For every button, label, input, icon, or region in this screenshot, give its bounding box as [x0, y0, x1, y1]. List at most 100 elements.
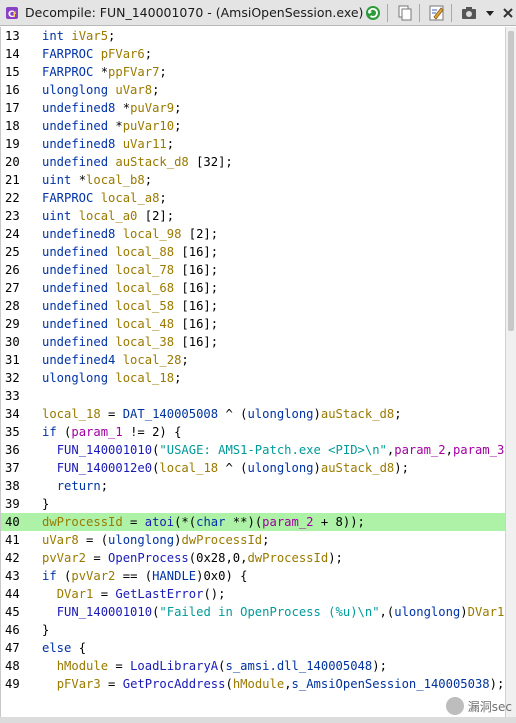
code-token[interactable]: [42, 605, 57, 619]
code-token[interactable]: ^ (: [218, 461, 247, 475]
code-token[interactable]: DVar1: [468, 605, 505, 619]
code-token[interactable]: else: [42, 641, 71, 655]
code-token[interactable]: =: [86, 551, 108, 565]
code-token[interactable]: local_58: [115, 299, 174, 313]
code-line[interactable]: 31 undefined4 local_28;: [1, 351, 506, 369]
code-text[interactable]: return;: [42, 477, 108, 495]
refresh-icon[interactable]: [362, 2, 384, 24]
code-line[interactable]: 45 FUN_140001010("Failed in OpenProcess …: [1, 603, 506, 621]
code-token[interactable]: dwProcessId: [247, 551, 328, 565]
code-token[interactable]: *: [79, 173, 86, 187]
code-token[interactable]: uVar8: [115, 83, 152, 97]
code-text[interactable]: undefined4 local_28;: [42, 351, 189, 369]
code-token[interactable]: dwProcessId: [42, 515, 123, 529]
code-token[interactable]: if: [42, 569, 57, 583]
code-token[interactable]: [16];: [174, 317, 218, 331]
code-token[interactable]: (*(: [174, 515, 196, 529]
code-token[interactable]: s_amsi.dll_140005048: [225, 659, 372, 673]
code-text[interactable]: undefined local_78 [16];: [42, 261, 218, 279]
code-token[interactable]: uint: [42, 209, 79, 223]
code-token[interactable]: uVar8: [42, 533, 79, 547]
code-token[interactable]: "Failed in OpenProcess (%u)\n": [159, 605, 379, 619]
code-token[interactable]: s_AmsiOpenSession_140005038: [292, 677, 490, 691]
code-token[interactable]: LoadLibraryA: [130, 659, 218, 673]
code-token[interactable]: ;: [394, 407, 401, 421]
code-token[interactable]: pFVar6: [101, 47, 145, 61]
code-token[interactable]: local_98: [123, 227, 182, 241]
code-token[interactable]: undefined: [42, 263, 115, 277]
code-line[interactable]: 22 FARPROC local_a8;: [1, 189, 506, 207]
code-token[interactable]: (: [57, 569, 71, 583]
code-token[interactable]: pvVar2: [42, 551, 86, 565]
code-token[interactable]: DVar1: [57, 587, 94, 601]
code-text[interactable]: uint local_a0 [2];: [42, 207, 174, 225]
code-token[interactable]: ppFVar7: [108, 65, 159, 79]
code-text[interactable]: FUN_1400012e0(local_18 ^ (ulonglong)auSt…: [42, 459, 409, 477]
code-token[interactable]: =: [101, 677, 123, 691]
code-token[interactable]: *: [101, 65, 108, 79]
code-token[interactable]: [42, 461, 57, 475]
code-token[interactable]: char: [196, 515, 225, 529]
code-token[interactable]: }: [42, 623, 49, 637]
code-token[interactable]: =: [93, 587, 115, 601]
code-token[interactable]: pvVar2: [71, 569, 115, 583]
code-token[interactable]: iVar5: [71, 29, 108, 43]
code-token[interactable]: undefined: [42, 317, 115, 331]
code-line[interactable]: 28 undefined local_58 [16];: [1, 297, 506, 315]
code-text[interactable]: uint *local_b8;: [42, 171, 152, 189]
code-token[interactable]: dwProcessId: [181, 533, 262, 547]
code-token[interactable]: );: [394, 461, 409, 475]
code-token[interactable]: undefined: [42, 155, 115, 169]
code-line[interactable]: 35 if (param_1 != 2) {: [1, 423, 506, 441]
code-line[interactable]: 43 if (pvVar2 == (HANDLE)0x0) {: [1, 567, 506, 585]
code-token[interactable]: ): [460, 605, 467, 619]
code-text[interactable]: ulonglong uVar8;: [42, 81, 159, 99]
code-token[interactable]: ;: [159, 191, 166, 205]
code-token[interactable]: param_3: [453, 443, 504, 457]
code-token[interactable]: undefined8: [42, 227, 123, 241]
code-token[interactable]: [16];: [174, 263, 218, 277]
code-line[interactable]: 36 FUN_140001010("USAGE: AMS1-Patch.exe …: [1, 441, 506, 459]
code-token[interactable]: ;: [159, 65, 166, 79]
code-line[interactable]: 29 undefined local_48 [16];: [1, 315, 506, 333]
code-token[interactable]: ();: [203, 587, 225, 601]
code-token[interactable]: local_28: [123, 353, 182, 367]
code-token[interactable]: **)(: [225, 515, 262, 529]
code-token[interactable]: }: [42, 497, 49, 511]
code-token[interactable]: ;: [108, 29, 115, 43]
code-token[interactable]: local_a0: [79, 209, 138, 223]
code-token[interactable]: local_88: [115, 245, 174, 259]
code-token[interactable]: [42, 659, 57, 673]
code-text[interactable]: undefined8 uVar11;: [42, 135, 174, 153]
code-token[interactable]: ,: [446, 443, 453, 457]
code-line[interactable]: 44 DVar1 = GetLastError();: [1, 585, 506, 603]
code-text[interactable]: undefined auStack_d8 [32];: [42, 153, 233, 171]
code-token[interactable]: ulonglong: [42, 371, 115, 385]
code-text[interactable]: hModule = LoadLibraryA(s_amsi.dll_140005…: [42, 657, 387, 675]
code-line[interactable]: 47 else {: [1, 639, 506, 657]
code-token[interactable]: ulonglong: [247, 461, 313, 475]
code-line[interactable]: 49 pFVar3 = GetProcAddress(hModule,s_Ams…: [1, 675, 506, 693]
code-line[interactable]: 23 uint local_a0 [2];: [1, 207, 506, 225]
code-token[interactable]: [2];: [137, 209, 174, 223]
code-line[interactable]: 16 ulonglong uVar8;: [1, 81, 506, 99]
code-token[interactable]: local_18: [159, 461, 218, 475]
code-token[interactable]: = (: [79, 533, 108, 547]
code-token[interactable]: (: [57, 425, 71, 439]
code-token[interactable]: local_b8: [86, 173, 145, 187]
dropdown-icon[interactable]: [483, 2, 497, 24]
code-text[interactable]: dwProcessId = atoi(*(char **)(param_2 + …: [42, 513, 365, 531]
decompiler-code-view[interactable]: 13 int iVar5; 14 FARPROC pFVar6; 15 FARPROC *…: [0, 27, 506, 717]
code-token[interactable]: ;: [101, 479, 108, 493]
code-token[interactable]: FARPROC: [42, 191, 101, 205]
code-line[interactable]: 15 FARPROC *ppFVar7;: [1, 63, 506, 81]
code-token[interactable]: [2];: [181, 227, 218, 241]
code-line[interactable]: 37 FUN_1400012e0(local_18 ^ (ulonglong)a…: [1, 459, 506, 477]
code-token[interactable]: puVar9: [130, 101, 174, 115]
close-icon[interactable]: [500, 2, 516, 24]
code-line[interactable]: 40 dwProcessId = atoi(*(char **)(param_2 …: [1, 513, 506, 531]
code-token[interactable]: local_48: [115, 317, 174, 331]
code-line[interactable]: 46}: [1, 621, 506, 639]
code-text[interactable]: undefined local_38 [16];: [42, 333, 218, 351]
code-token[interactable]: ulonglong: [42, 83, 115, 97]
